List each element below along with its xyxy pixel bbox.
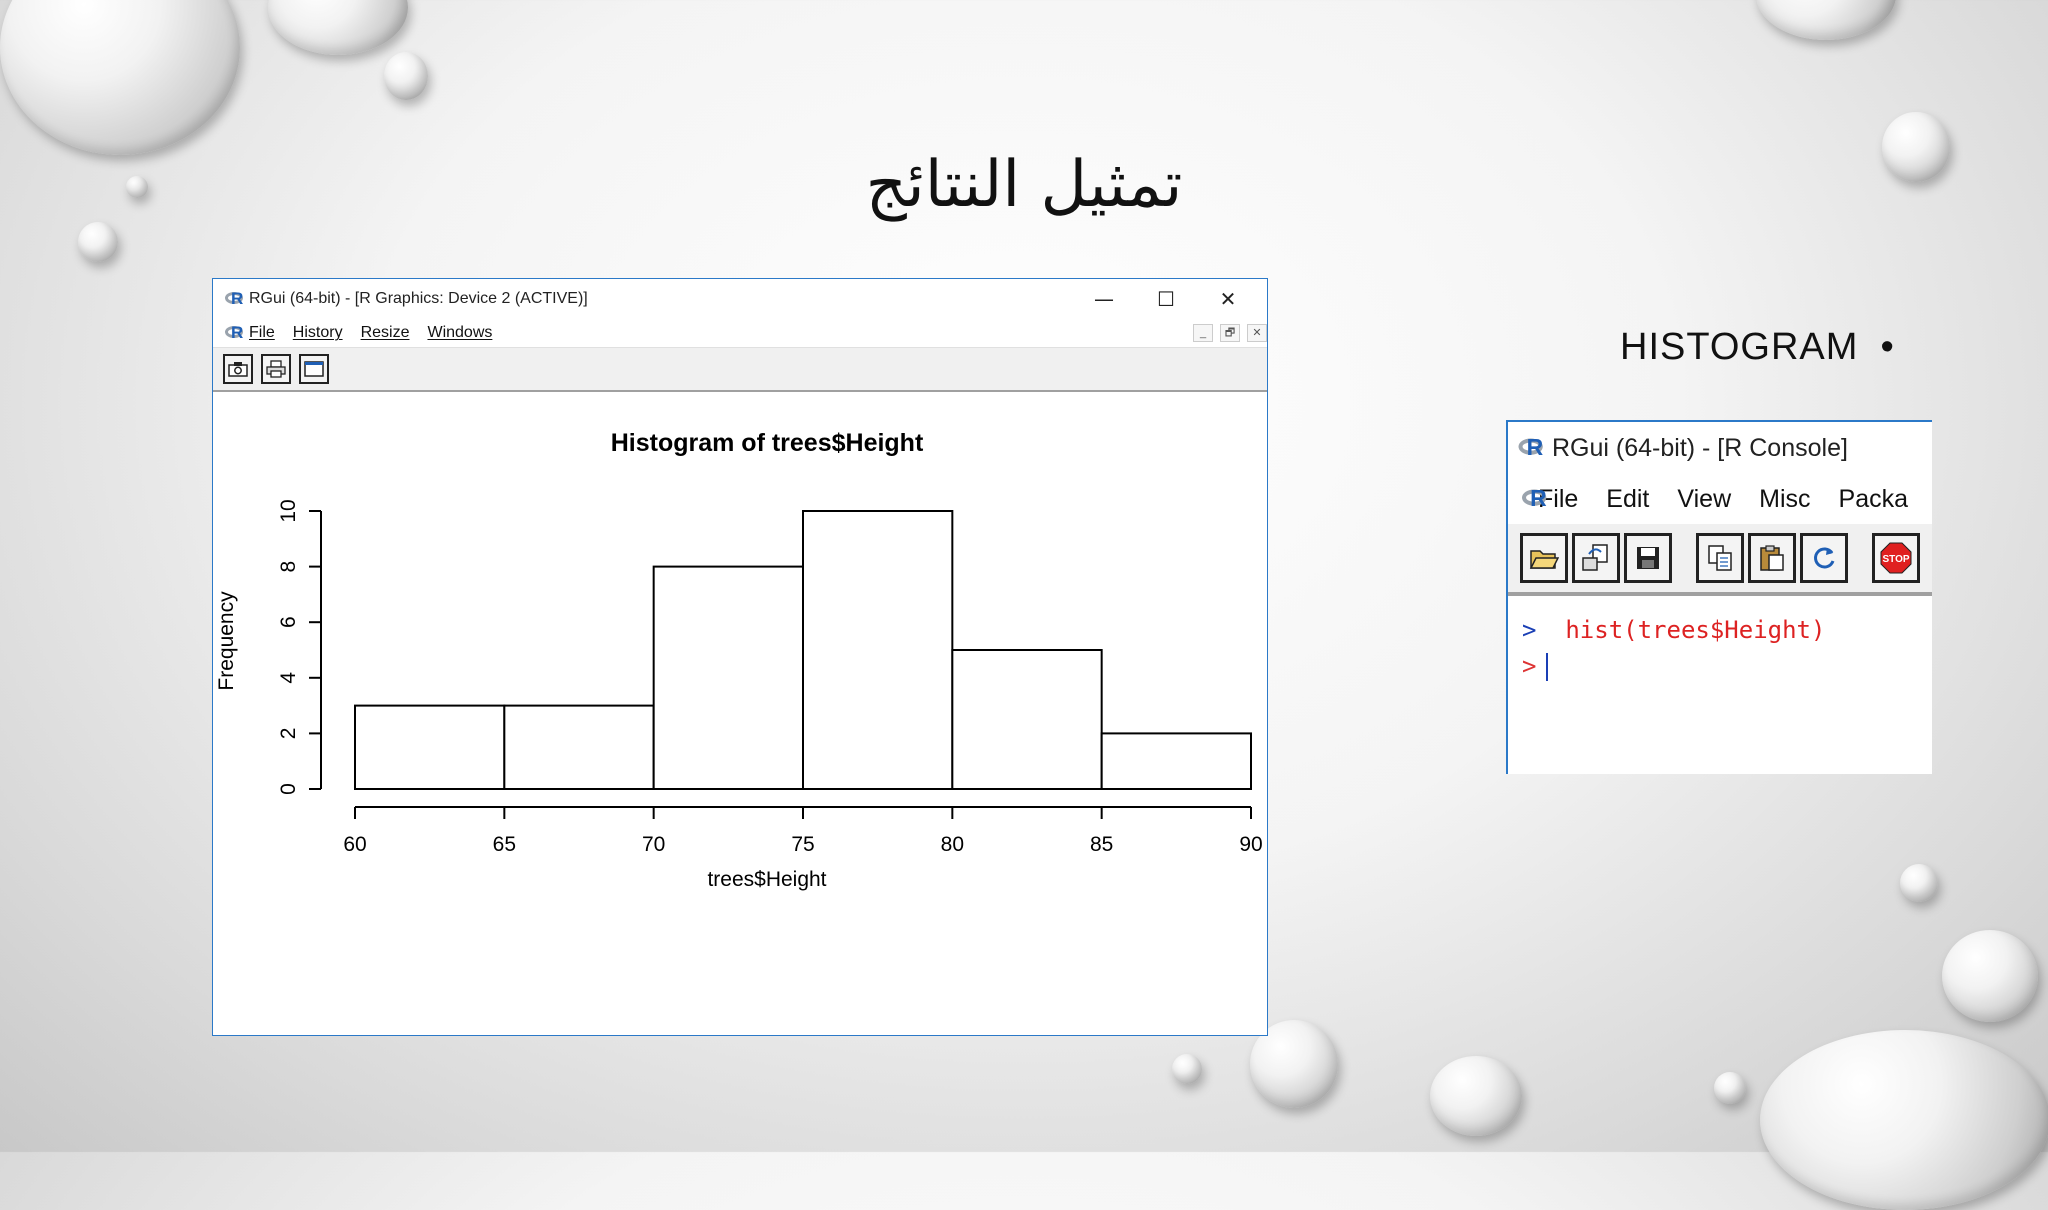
menu-misc[interactable]: Misc xyxy=(1759,485,1810,514)
stop-icon[interactable]: STOP xyxy=(1872,533,1920,583)
r-logo-icon: R xyxy=(1518,435,1546,460)
water-drop xyxy=(1900,864,1938,902)
camera-icon[interactable] xyxy=(223,354,253,384)
console-line: > hist(trees$Height) xyxy=(1522,612,1932,648)
histogram-bar xyxy=(802,510,954,790)
graphics-toolbar xyxy=(213,348,1267,392)
histogram-plot: Histogram of trees$Height trees$Height F… xyxy=(215,429,1263,891)
bullet-marker: • xyxy=(1880,326,1895,368)
graphics-window: R RGui (64-bit) - [R Graphics: Device 2 … xyxy=(212,278,1268,1036)
water-drop xyxy=(1430,1056,1522,1136)
mdi-restore-button[interactable]: 🗗 xyxy=(1220,324,1240,342)
menu-history[interactable]: History xyxy=(293,324,343,342)
paste-icon[interactable] xyxy=(1748,533,1796,583)
x-tick-label: 80 xyxy=(941,833,964,856)
console-prompt: > xyxy=(1522,616,1537,644)
console-toolbar: STOP xyxy=(1508,524,1932,596)
refresh-icon[interactable] xyxy=(1800,533,1848,583)
water-drop xyxy=(1760,1030,2048,1210)
menu-view[interactable]: View xyxy=(1677,485,1731,514)
maximize-button[interactable]: ☐ xyxy=(1135,279,1197,319)
menu-file[interactable]: File xyxy=(249,324,275,342)
histogram-bar xyxy=(503,704,655,791)
printer-icon[interactable] xyxy=(261,354,291,384)
x-tick-label: 90 xyxy=(1239,833,1262,856)
menu-packages[interactable]: Packa xyxy=(1839,485,1908,514)
x-tick-label: 70 xyxy=(642,833,665,856)
console-command: hist(trees$Height) xyxy=(1565,616,1826,644)
r-logo-icon: R xyxy=(225,323,245,342)
bullet-item: HISTOGRAM • xyxy=(1620,326,1895,369)
water-drop xyxy=(1172,1054,1202,1084)
water-drop xyxy=(1756,0,1896,40)
x-tick-label: 65 xyxy=(493,833,516,856)
chart-title: Histogram of trees$Height xyxy=(611,429,924,457)
water-drop xyxy=(78,222,118,262)
bullet-text: HISTOGRAM xyxy=(1620,326,1859,368)
graphics-window-title: RGui (64-bit) - [R Graphics: Device 2 (A… xyxy=(249,290,588,307)
console-window-title: RGui (64-bit) - [R Console] xyxy=(1552,433,1848,462)
histogram-bar xyxy=(652,565,804,790)
y-tick-label: 2 xyxy=(277,728,300,740)
x-tick-label: 60 xyxy=(343,833,366,856)
r-logo-icon: R xyxy=(225,289,245,308)
copy-icon[interactable] xyxy=(1696,533,1744,583)
histogram-bar xyxy=(354,704,506,791)
water-drop xyxy=(0,0,240,155)
water-drop xyxy=(1942,930,2038,1022)
histogram-bar xyxy=(1100,732,1253,790)
stop-label: STOP xyxy=(1882,554,1909,565)
console-output[interactable]: > hist(trees$Height) > xyxy=(1508,596,1932,684)
console-window: R RGui (64-bit) - [R Console] R File Edi… xyxy=(1506,420,1932,774)
console-menubar: R File Edit View Misc Packa xyxy=(1508,474,1932,524)
menu-resize[interactable]: Resize xyxy=(361,324,410,342)
histogram-bar xyxy=(951,649,1103,790)
water-drop xyxy=(384,52,428,100)
mdi-close-button[interactable]: ✕ xyxy=(1247,324,1267,342)
y-tick-label: 6 xyxy=(277,616,300,628)
console-prompt: > xyxy=(1522,652,1537,680)
water-drop xyxy=(1714,1072,1746,1104)
console-line: > xyxy=(1522,648,1932,684)
menu-edit[interactable]: Edit xyxy=(1606,485,1649,514)
y-tick-label: 0 xyxy=(277,783,300,795)
window-icon[interactable] xyxy=(299,354,329,384)
console-titlebar[interactable]: R RGui (64-bit) - [R Console] xyxy=(1508,422,1932,474)
mdi-minimize-button[interactable]: _ xyxy=(1193,324,1213,342)
text-cursor xyxy=(1546,653,1549,681)
slide-title: تمثيل النتائج xyxy=(865,148,1183,222)
load-workspace-icon[interactable] xyxy=(1572,533,1620,583)
menu-windows[interactable]: Windows xyxy=(427,324,492,342)
save-icon[interactable] xyxy=(1624,533,1672,583)
y-axis-label: Frequency xyxy=(215,591,238,691)
x-tick-label: 75 xyxy=(791,833,814,856)
y-tick-label: 8 xyxy=(277,561,300,573)
water-drop xyxy=(268,0,408,55)
open-folder-icon[interactable] xyxy=(1520,533,1568,583)
close-button[interactable]: ✕ xyxy=(1197,279,1259,319)
x-tick-label: 85 xyxy=(1090,833,1113,856)
minimize-button[interactable]: — xyxy=(1073,279,1135,319)
y-tick-label: 10 xyxy=(277,499,300,522)
graphics-menubar: R File History Resize Windows _ 🗗 ✕ xyxy=(213,319,1267,348)
x-axis-label: trees$Height xyxy=(707,868,826,891)
y-tick-label: 4 xyxy=(277,672,300,684)
